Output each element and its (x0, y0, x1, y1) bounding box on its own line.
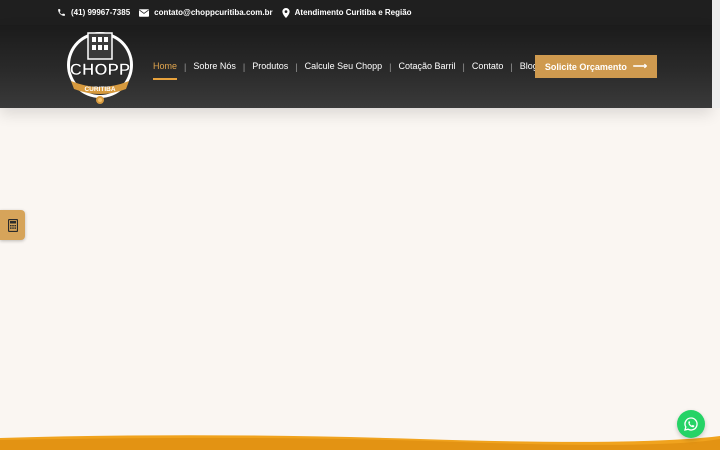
nav-separator: | (510, 62, 513, 72)
whatsapp-button[interactable] (677, 410, 705, 438)
chopp-curitiba-logo[interactable]: CHOPP CURITIBA (63, 29, 137, 105)
email-info[interactable]: contato@choppcuritiba.com.br (139, 8, 273, 17)
nav-separator: | (184, 62, 187, 72)
calculator-icon (7, 218, 18, 232)
phone-icon (58, 9, 65, 16)
main-header: CHOPP CURITIBA Home | Sobre Nós | Produt… (0, 25, 712, 108)
email-text: contato@choppcuritiba.com.br (154, 8, 273, 17)
nav-item-contato[interactable]: Contato (472, 61, 504, 73)
nav-item-cotacao-barril[interactable]: Cotação Barril (399, 61, 456, 73)
nav-separator: | (242, 62, 246, 72)
bottom-wave-band (0, 432, 720, 450)
nav-separator: | (462, 62, 465, 72)
nav-item-home[interactable]: Home (153, 61, 178, 80)
logo-text-main: CHOPP (70, 60, 130, 79)
arrow-right-icon: ⟶ (632, 61, 648, 72)
location-info: Atendimento Curitiba e Região (282, 7, 412, 18)
envelope-icon (139, 8, 150, 17)
whatsapp-icon (684, 417, 698, 431)
top-contact-bar: (41) 99967-7385 contato@choppcuritiba.co… (0, 0, 712, 25)
nav-item-produtos[interactable]: Produtos (252, 61, 288, 73)
phone-text: (41) 99967-7385 (71, 8, 131, 17)
phone-info[interactable]: (41) 99967-7385 (57, 8, 130, 17)
location-text: Atendimento Curitiba e Região (294, 8, 412, 17)
nav-item-calcule-seu-chopp[interactable]: Calcule Seu Chopp (305, 61, 383, 73)
nav-item-sobre-nos[interactable]: Sobre Nós (193, 61, 236, 73)
map-marker-icon (282, 7, 290, 18)
main-navigation: Home | Sobre Nós | Produtos | Calcule Se… (153, 61, 538, 80)
scrollbar-track[interactable] (712, 0, 720, 108)
logo-text-banner: CURITIBA (84, 86, 115, 93)
calculator-widget-button[interactable] (0, 210, 25, 240)
nav-separator: | (295, 62, 298, 72)
nav-separator: | (389, 62, 392, 72)
solicite-orcamento-button[interactable]: Solicite Orçamento ⟶ (535, 55, 657, 78)
cta-label: Solicite Orçamento (544, 61, 627, 72)
